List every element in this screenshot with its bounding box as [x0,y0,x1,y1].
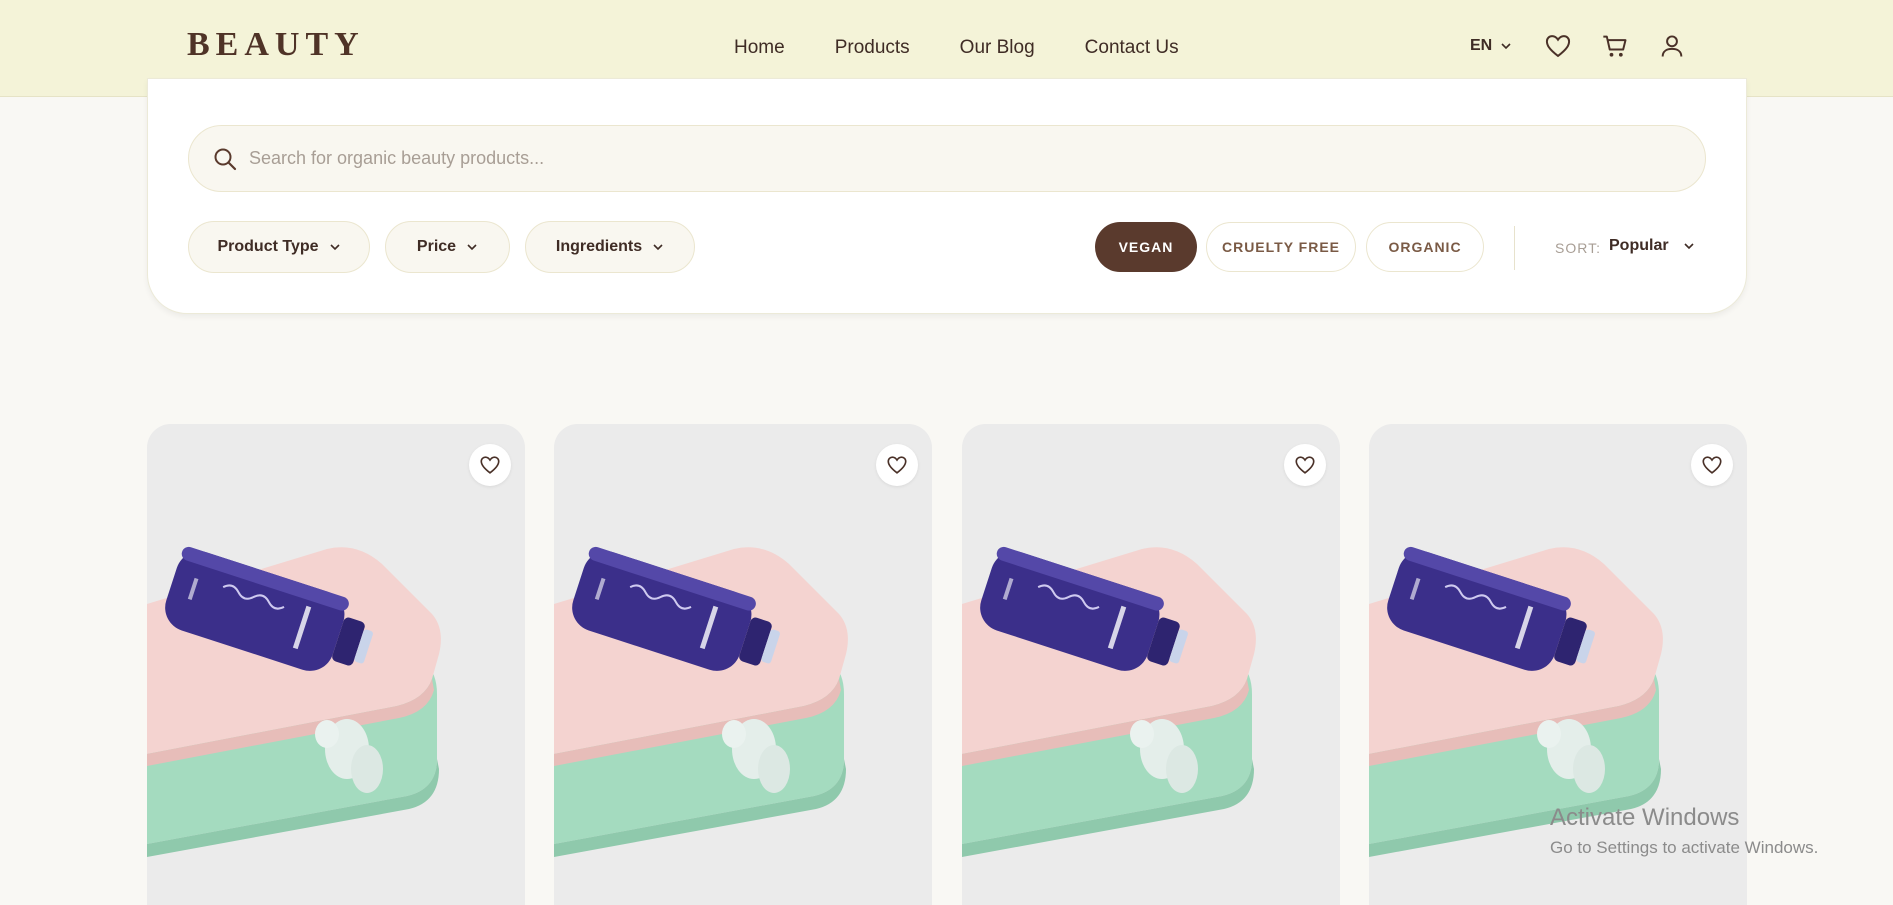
chevron-down-icon [329,244,340,251]
favorite-button[interactable] [469,444,511,486]
brand-logo[interactable]: BEAUTY [187,26,365,64]
chevron-down-icon [1501,43,1511,50]
favorite-button[interactable] [876,444,918,486]
search-icon [214,148,237,171]
chevron-down-icon [1683,243,1694,250]
search-input[interactable] [249,126,1679,191]
cart-icon[interactable] [1601,32,1629,60]
tag-organic[interactable]: ORGANIC [1366,222,1484,272]
product-image [554,424,932,905]
product-card[interactable] [147,424,525,905]
watermark-title: Activate Windows [1550,804,1740,831]
product-type-dropdown[interactable]: Product Type [188,221,370,273]
chevron-down-icon [653,244,663,251]
product-type-label: Product Type [217,238,319,255]
sort-value: Popular [1609,237,1669,254]
price-dropdown[interactable]: Price [385,221,510,273]
sort-dropdown[interactable]: Popular [1609,237,1695,255]
tag-cruelty-free[interactable]: CRUELTY FREE [1206,222,1356,272]
user-icon[interactable] [1658,32,1686,60]
favorite-button[interactable] [1284,444,1326,486]
main-nav: Home Products Our Blog Contact Us [734,37,1229,59]
wishlist-heart-icon[interactable] [1544,32,1572,60]
language-label: EN [1470,37,1493,54]
filter-divider [1514,226,1515,270]
nav-home[interactable]: Home [734,37,785,59]
nav-products[interactable]: Products [835,37,910,59]
search-filter-panel: Product Type Price Ingredients VEGAN CRU… [147,78,1747,314]
product-image [147,424,525,905]
heart-icon [1702,456,1722,474]
watermark-subtitle: Go to Settings to activate Windows. [1550,838,1819,857]
nav-contact[interactable]: Contact Us [1085,37,1179,59]
ingredients-dropdown[interactable]: Ingredients [525,221,695,273]
favorite-button[interactable] [1691,444,1733,486]
search-bar[interactable] [188,125,1706,192]
sort-label: SORT: [1555,240,1601,256]
chevron-down-icon [467,244,477,251]
heart-icon [887,456,907,474]
price-label: Price [416,238,457,255]
product-card[interactable] [962,424,1340,905]
heart-icon [480,456,500,474]
language-selector[interactable]: EN [1470,37,1512,55]
tag-vegan[interactable]: VEGAN [1095,222,1197,272]
product-card[interactable] [554,424,932,905]
product-image [962,424,1340,905]
windows-activation-watermark: Activate Windows Go to Settings to activ… [1550,804,1818,858]
heart-icon [1295,456,1315,474]
ingredients-label: Ingredients [555,238,643,255]
nav-blog[interactable]: Our Blog [960,37,1035,59]
